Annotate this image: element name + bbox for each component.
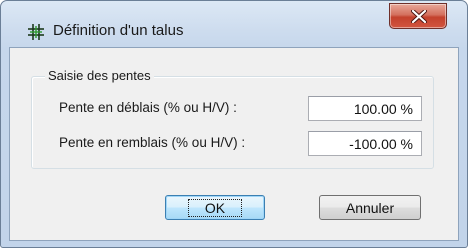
grid-hash-icon (27, 23, 45, 41)
title-bar[interactable]: Définition d'un talus (1, 1, 467, 47)
ok-button[interactable]: OK (165, 195, 265, 220)
cancel-button-label: Annuler (345, 199, 395, 216)
close-x-icon (411, 10, 427, 23)
cut-slope-input[interactable] (308, 96, 422, 121)
cancel-button[interactable]: Annuler (319, 195, 421, 220)
dialog-window: Définition d'un talus Saisie des pentes … (0, 0, 468, 248)
close-button[interactable] (389, 3, 447, 29)
fill-slope-input[interactable] (308, 131, 422, 156)
ok-button-label: OK (187, 198, 243, 217)
cut-slope-label: Pente en déblais (% ou H/V) : (59, 100, 237, 115)
group-title: Saisie des pentes (45, 68, 154, 83)
fill-slope-label: Pente en remblais (% ou H/V) : (59, 135, 246, 150)
window-title: Définition d'un talus (53, 22, 184, 39)
